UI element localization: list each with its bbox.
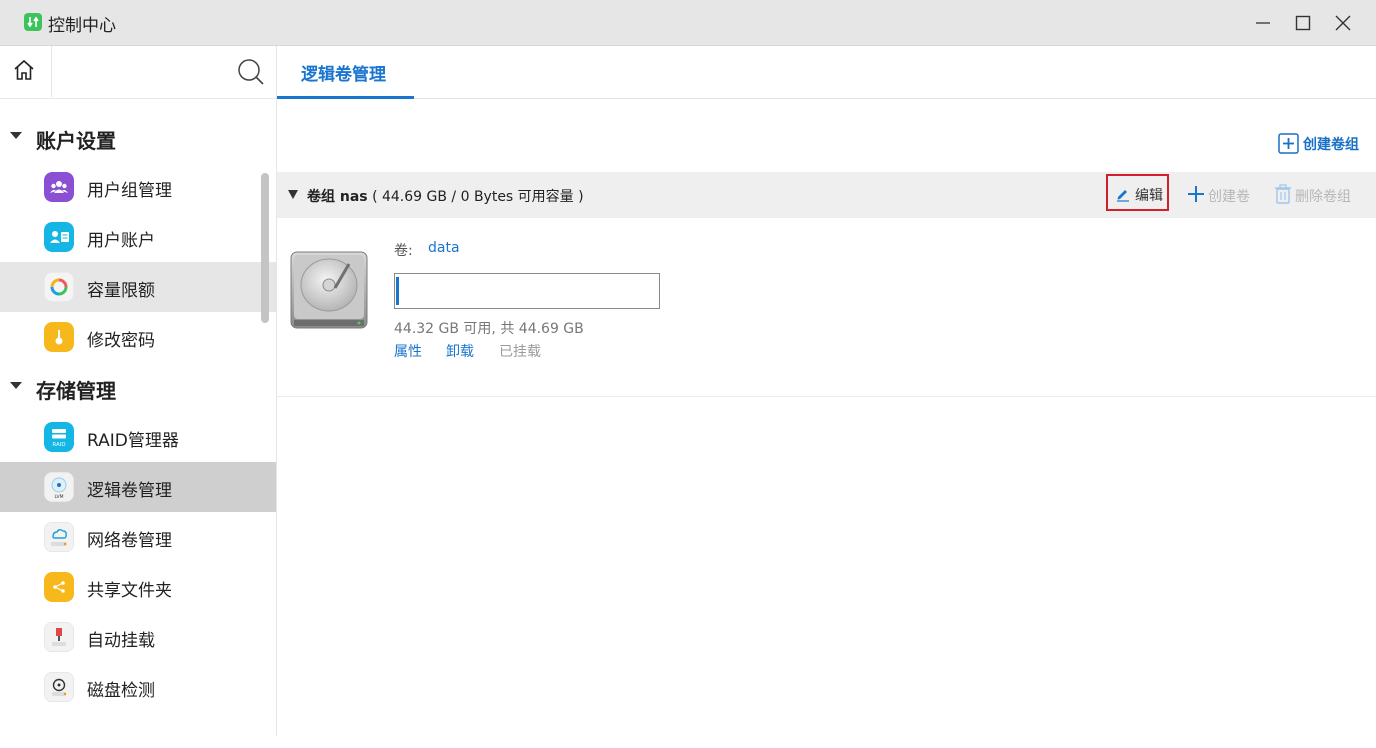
sidebar-toolbar <box>0 46 276 99</box>
hard-disk-icon <box>290 251 368 329</box>
window-title: 控制中心 <box>48 16 116 36</box>
sidebar-item-label: RAID管理器 <box>87 431 179 451</box>
unmount-link[interactable]: 卸载 <box>446 341 474 361</box>
section-label: 账户设置 <box>36 129 116 153</box>
sidebar-item-label: 用户账户 <box>87 231 155 251</box>
volume-usage-fill <box>396 277 399 305</box>
search-button[interactable] <box>236 57 266 87</box>
volume-row: 卷: data 44.32 GB 可用, 共 44.69 GB 属性 卸载 已挂… <box>277 218 1376 397</box>
sidebar-item-label: 容量限额 <box>87 281 155 301</box>
volume-capacity-text: 44.32 GB 可用, 共 44.69 GB <box>394 321 584 337</box>
tab-bar: 逻辑卷管理 <box>277 46 1376 99</box>
create-volume-group-label: 创建卷组 <box>1303 137 1359 153</box>
caret-down-icon <box>10 382 22 389</box>
sidebar-item-auto-mount[interactable]: 自动挂载 <box>0 612 276 662</box>
main-panel: 逻辑卷管理 创建卷组 卷组 nas ( 44.69 GB / 0 Bytes 可… <box>277 46 1376 736</box>
sidebar: 账户设置 用户组管理 用户账户 容量限额 修改密码 存储管理 RAID RAID… <box>0 46 277 736</box>
disk-check-icon <box>44 672 74 702</box>
sidebar-item-network-volume[interactable]: 网络卷管理 <box>0 512 276 562</box>
create-volume-label: 创建卷 <box>1208 189 1250 205</box>
sidebar-item-label: 修改密码 <box>87 331 155 351</box>
sidebar-item-change-password[interactable]: 修改密码 <box>0 312 276 362</box>
password-icon <box>44 322 74 352</box>
sidebar-item-label: 用户组管理 <box>87 181 172 201</box>
edit-label: 编辑 <box>1135 188 1163 204</box>
sidebar-item-label: 共享文件夹 <box>87 581 172 601</box>
sidebar-item-label: 自动挂载 <box>87 631 155 651</box>
quota-icon <box>44 272 74 302</box>
mounted-status: 已挂载 <box>499 344 541 360</box>
home-icon <box>14 59 34 80</box>
volume-usage-bar <box>394 273 660 309</box>
sidebar-item-user-groups[interactable]: 用户组管理 <box>0 162 276 212</box>
maximize-icon[interactable] <box>1292 12 1314 34</box>
auto-mount-icon <box>44 622 74 652</box>
volume-group-header: 卷组 nas ( 44.69 GB / 0 Bytes 可用容量 ) 编辑 创建… <box>277 172 1376 218</box>
caret-down-icon[interactable] <box>288 190 298 199</box>
volume-group-prefix: 卷组 <box>307 189 335 205</box>
tab-active-indicator <box>277 96 414 99</box>
sidebar-item-user-accounts[interactable]: 用户账户 <box>0 212 276 262</box>
volume-group-title: 卷组 nas ( 44.69 GB / 0 Bytes 可用容量 ) <box>307 186 584 206</box>
plus-icon <box>1188 186 1204 202</box>
properties-link[interactable]: 属性 <box>394 341 422 361</box>
raid-icon: RAID <box>44 422 74 452</box>
tab-lvm[interactable]: 逻辑卷管理 <box>277 46 414 99</box>
app-logo-icon <box>24 13 42 31</box>
sidebar-item-quota[interactable]: 容量限额 <box>0 262 276 312</box>
trash-icon <box>1275 184 1291 204</box>
volume-group-name: nas <box>339 189 368 205</box>
title-bar: 控制中心 <box>0 0 1376 46</box>
sidebar-scrollbar[interactable] <box>261 173 269 323</box>
shared-folder-icon <box>44 572 74 602</box>
tab-label: 逻辑卷管理 <box>301 65 386 85</box>
network-volume-icon <box>44 522 74 552</box>
svg-text:RAID: RAID <box>52 442 65 448</box>
close-icon[interactable] <box>1332 12 1354 34</box>
caret-down-icon <box>10 132 22 139</box>
sidebar-item-raid-manager[interactable]: RAID RAID管理器 <box>0 412 276 462</box>
sidebar-item-disk-check[interactable]: 磁盘检测 <box>0 662 276 712</box>
sidebar-item-label: 磁盘检测 <box>87 681 155 701</box>
svg-text:LVM: LVM <box>55 494 64 500</box>
lvm-icon: LVM <box>44 472 74 502</box>
volume-group-details: ( 44.69 GB / 0 Bytes 可用容量 ) <box>367 189 584 205</box>
add-box-icon <box>1278 133 1299 154</box>
search-icon <box>238 59 264 85</box>
delete-volume-group-label: 删除卷组 <box>1295 189 1351 205</box>
section-label: 存储管理 <box>36 379 116 403</box>
minimize-icon[interactable] <box>1252 12 1274 34</box>
volume-label: 卷: <box>394 243 413 259</box>
pencil-icon <box>1117 190 1129 202</box>
edit-button[interactable]: 编辑 <box>1106 174 1169 211</box>
section-account-settings[interactable]: 账户设置 <box>0 112 260 162</box>
user-group-icon <box>44 172 74 202</box>
sidebar-item-label: 逻辑卷管理 <box>87 481 172 501</box>
sidebar-item-label: 网络卷管理 <box>87 531 172 551</box>
volume-name-link[interactable]: data <box>428 240 460 256</box>
section-storage-management[interactable]: 存储管理 <box>0 362 260 412</box>
user-account-icon <box>44 222 74 252</box>
home-button[interactable] <box>0 46 52 97</box>
sidebar-item-lvm[interactable]: LVM 逻辑卷管理 <box>0 462 276 512</box>
sidebar-item-shared-folder[interactable]: 共享文件夹 <box>0 562 276 612</box>
